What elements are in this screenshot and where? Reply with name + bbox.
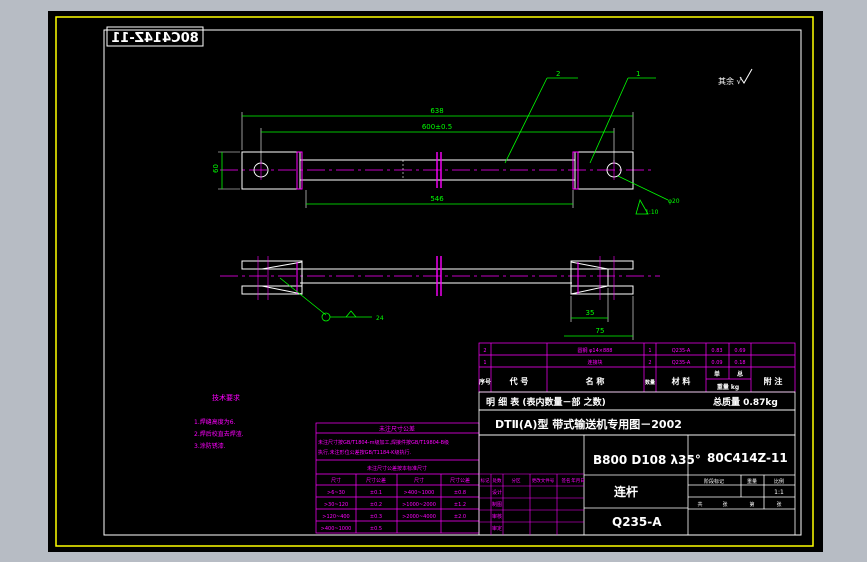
svg-text:重量 kg: 重量 kg [717,383,739,391]
dim-overall-length: 638 [430,107,443,115]
mirrored-number-text: 80C414Z-11 [111,31,198,46]
dim-hole-spacing: 600±0.5 [422,123,452,131]
tolerance-title: 未注尺寸公差 [379,425,415,433]
table-cell: >1000~2000 [402,502,436,508]
dim-hole-dia: φ20 [668,198,680,205]
svg-text:名 称: 名 称 [586,376,605,386]
cad-drawing-sheet: 80C414Z-11 其余 √ 638 600±0.5 546 60 φ20 1… [0,0,867,562]
table-cell: ±1.2 [454,502,466,508]
leader-label-1: 1 [636,70,640,78]
dim-width-35: 35 [586,309,595,317]
table-cell: >2000~4000 [402,514,436,520]
svg-text:Q235-A: Q235-A [672,360,691,366]
leader-label-2: 2 [556,70,560,78]
tech-notes-title: 技术要求 [212,393,240,402]
svg-text:审定: 审定 [492,525,502,532]
svg-text:0.69: 0.69 [734,348,745,354]
total-mass: 总质量 0.87kg [713,396,778,408]
dim-bar-length: 546 [430,195,444,203]
dim-width-75: 75 [596,327,605,335]
table-cell: ±0.1 [370,490,382,496]
svg-text:总: 总 [737,370,743,378]
paper-background [48,11,823,552]
svg-text:0.18: 0.18 [734,360,745,366]
svg-text:制图: 制图 [492,501,502,508]
table-cell: >6~30 [327,490,345,496]
svg-text:附 注: 附 注 [764,376,783,386]
dim-slope: 1:10 [645,209,659,216]
svg-text:分区: 分区 [512,477,521,484]
svg-text:重量: 重量 [747,478,757,485]
svg-text:圆钢 φ14×888: 圆钢 φ14×888 [578,347,613,354]
svg-text:单: 单 [714,370,720,378]
svg-text:材 料: 材 料 [672,376,691,386]
tech-note-item-2: 2.焊后校直去焊渣. [194,430,244,438]
svg-text:1: 1 [648,348,651,354]
svg-text:2: 2 [483,348,486,354]
svg-text:尺寸: 尺寸 [331,477,341,484]
tolerance-note-1: 未注尺寸按GB/T1804-m级加工,焊接件按GB/T19804-B级 [318,439,449,446]
table-cell: ±0.2 [370,502,382,508]
svg-text:尺寸公差: 尺寸公差 [366,477,386,484]
spec-text: B800 D108 λ35° [593,453,701,467]
svg-text:标记: 标记 [481,477,490,484]
drawing-number: 80C414Z-11 [707,451,788,465]
table-cell: >400~1000 [404,490,435,496]
drawing-viewport[interactable]: 80C414Z-11 其余 √ 638 600±0.5 546 60 φ20 1… [0,0,867,562]
svg-text:尺寸: 尺寸 [414,477,424,484]
svg-text:签名: 签名 [562,477,571,484]
table-cell: ±0.8 [454,490,466,496]
part-name: 连杆 [614,484,638,499]
table-cell: >30~120 [324,502,348,508]
svg-text:2: 2 [648,360,651,366]
svg-text:代 号: 代 号 [509,376,529,386]
svg-text:阶段标记: 阶段标记 [704,478,724,485]
svg-text:共: 共 [697,501,702,508]
svg-text:张: 张 [776,501,781,508]
tech-note-item-1: 1.焊缝高度为6. [194,418,236,426]
svg-text:Q235-A: Q235-A [672,348,691,354]
tolerance-note-2: 执行,未注形位公差按GB/T1184-K级执行. [318,449,411,456]
table-cell: ±0.5 [370,526,382,532]
series-title: DTⅡ(A)型 带式输送机专用图－2002 [495,417,682,431]
svg-text:0.83: 0.83 [711,348,722,354]
weld-size-label: 24 [376,315,384,322]
svg-text:比例: 比例 [774,478,784,485]
sign-block-header: 标记 处数 分区 更改文件号 签名 年月日 [481,477,585,484]
svg-text:处数: 处数 [493,477,502,484]
tolerance-subtitle: 未注尺寸公差按本标准尺寸 [367,465,427,472]
tech-note-item-3: 3.涂防锈漆. [194,442,226,450]
svg-text:尺寸公差: 尺寸公差 [450,477,470,484]
roughness-text: 其余 √ [718,76,743,86]
svg-text:0.09: 0.09 [711,360,722,366]
parts-summary-label: 明 细 表 (表内数量－部 之数) [486,396,606,408]
svg-text:第: 第 [749,501,754,508]
svg-text:年月日: 年月日 [571,477,585,484]
table-cell: ±2.0 [454,514,466,520]
svg-text:设计: 设计 [492,489,502,496]
svg-text:数量: 数量 [645,379,655,386]
table-cell: ±0.3 [370,514,382,520]
svg-text:1: 1 [483,360,486,366]
table-cell: >400~1000 [321,526,352,532]
part-material: Q235-A [612,515,662,529]
table-cell: >120~400 [322,514,349,520]
svg-text:审核: 审核 [492,513,502,520]
svg-text:序号: 序号 [478,378,491,386]
dim-height: 60 [212,164,220,173]
svg-text:连接块: 连接块 [587,359,602,366]
svg-text:张: 张 [722,501,727,508]
svg-text:更改文件号: 更改文件号 [532,477,555,484]
scale-value: 1:1 [774,489,784,496]
